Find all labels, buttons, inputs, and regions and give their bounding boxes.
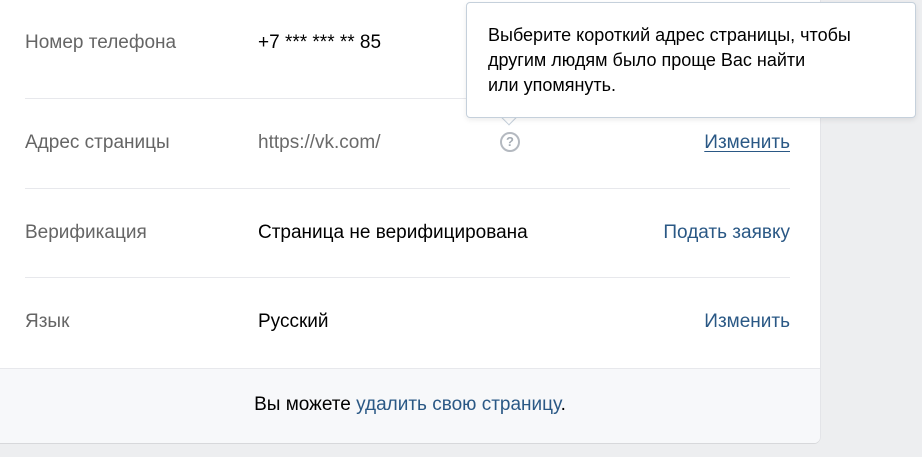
change-language-link[interactable]: Изменить <box>704 277 790 366</box>
verification-value: Страница не верифицирована <box>258 222 528 243</box>
delete-page-link[interactable]: удалить свою страницу <box>356 394 561 415</box>
verification-row: Верификация Страница не верифицирована П… <box>25 188 790 277</box>
delete-page-footer: Вы можете удалить свою страницу. <box>0 368 820 443</box>
phone-label: Номер телефона <box>25 32 177 53</box>
page-address-tooltip: Выберите короткий адрес страницы, чтобы … <box>466 2 916 118</box>
verification-label: Верификация <box>25 222 147 243</box>
tooltip-line: Выберите короткий адрес страницы, чтобы <box>488 25 851 45</box>
language-row: Язык Русский Изменить <box>25 277 790 366</box>
page-address-value: https://vk.com/ <box>258 132 381 153</box>
page-address-label: Адрес страницы <box>25 132 170 153</box>
phone-value: +7 *** *** ** 85 <box>258 32 382 53</box>
tooltip-line: или упомянуть. <box>488 75 617 95</box>
footer-text-prefix: Вы можете <box>254 394 357 415</box>
question-mark-icon[interactable]: ? <box>500 132 520 152</box>
language-label: Язык <box>25 311 70 332</box>
footer-text-suffix: . <box>560 394 566 415</box>
submit-request-link[interactable]: Подать заявку <box>663 188 790 277</box>
language-value: Русский <box>258 311 329 332</box>
tooltip-line: другим людям было проще Вас найти <box>488 50 806 70</box>
